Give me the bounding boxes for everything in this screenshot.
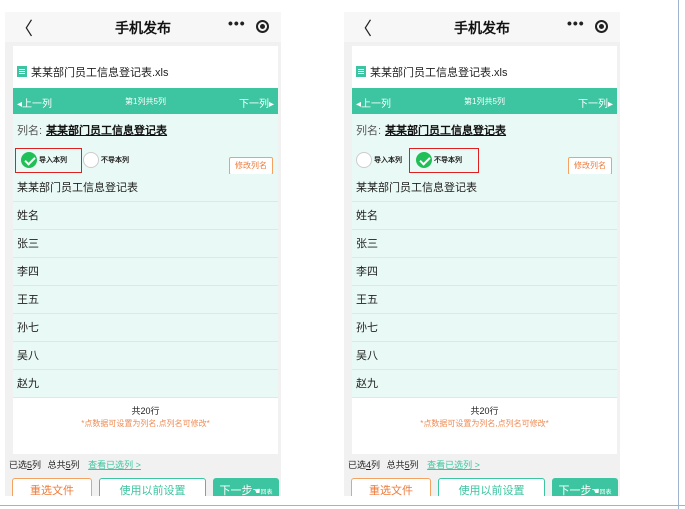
column-name-value[interactable]: 某某部门员工信息登记表 [46, 125, 167, 137]
total-suffix: 列 [409, 460, 419, 470]
file-icon [17, 66, 27, 77]
list-item[interactable]: 孙七 [352, 314, 617, 342]
list-item[interactable]: 李四 [352, 258, 617, 286]
reselect-file-button[interactable]: 重选文件 [351, 478, 431, 496]
row-total: 共20行 [131, 406, 160, 416]
column-name-value[interactable]: 某某部门员工信息登记表 [385, 125, 506, 137]
next-step-button[interactable]: 下一步☚回表 [213, 478, 279, 496]
hint-text: *点数据可设置为列名,点列名可修改* [81, 419, 210, 428]
row-total: 共20行 [470, 406, 499, 416]
list-item[interactable]: 孙七 [13, 314, 278, 342]
hand-pointer-icon: ☚ [591, 486, 600, 496]
content-panel: 某某部门员工信息登记表.xls ◂上一列 第1列共5列 下一列▸ 列名: 某某部门… [13, 46, 278, 454]
total-suffix: 列 [70, 460, 80, 470]
skip-column-option[interactable]: 不导本列 [83, 152, 129, 168]
use-previous-settings-button[interactable]: 使用以前设置 [99, 478, 206, 496]
next-column-button[interactable]: 下一列▸ [239, 95, 274, 110]
next-step-sub: 回表 [260, 490, 273, 496]
frame-border [678, 0, 679, 509]
highlight-box [15, 148, 82, 173]
data-rows: 某某部门员工信息登记表 姓名 张三 李四 王五 孙七 吴八 赵九 [352, 174, 617, 398]
file-name-text: 某某部门员工信息登记表.xls [31, 67, 169, 79]
phone-screen-skip: 〈 手机发布 ••• 某某部门员工信息登记表.xls ◂上一列 第1列共5列 下… [344, 12, 620, 496]
next-step-sub: 回表 [599, 490, 612, 496]
selection-stats: 已选5列 总共5列 查看已选列 > [9, 458, 141, 471]
list-item[interactable]: 吴八 [13, 342, 278, 370]
rename-column-button[interactable]: 修改列名 [568, 157, 612, 175]
mini-program-capsule: ••• [222, 15, 274, 37]
selected-prefix: 已选 [9, 460, 28, 470]
total-prefix: 总共 [47, 460, 66, 470]
list-item[interactable]: 李四 [13, 258, 278, 286]
file-name: 某某部门员工信息登记表.xls [356, 66, 508, 80]
view-selected-link[interactable]: 查看已选列 > [88, 460, 141, 470]
more-icon[interactable]: ••• [567, 15, 585, 31]
list-item[interactable]: 姓名 [352, 202, 617, 230]
close-target-icon[interactable] [256, 20, 269, 33]
selected-prefix: 已选 [348, 460, 367, 470]
list-item[interactable]: 赵九 [13, 370, 278, 398]
column-name: 列名: 某某部门员工信息登记表 [17, 122, 167, 138]
column-name-label: 列名: [356, 125, 382, 137]
list-item[interactable]: 某某部门员工信息登记表 [352, 174, 617, 202]
import-column-label: 导入本列 [374, 156, 402, 164]
list-item[interactable]: 张三 [352, 230, 617, 258]
unchecked-radio-icon[interactable] [356, 152, 372, 168]
list-item[interactable]: 某某部门员工信息登记表 [13, 174, 278, 202]
list-item[interactable]: 姓名 [13, 202, 278, 230]
column-header-area: 列名: 某某部门员工信息登记表 导入本列 不导本列 修改列名 [13, 114, 278, 175]
use-previous-settings-button[interactable]: 使用以前设置 [438, 478, 545, 496]
file-name: 某某部门员工信息登记表.xls [17, 66, 169, 80]
next-step-label: 下一步 [558, 485, 592, 496]
mini-program-capsule: ••• [561, 15, 613, 37]
rename-column-button[interactable]: 修改列名 [229, 157, 273, 175]
selected-suffix: 列 [371, 460, 381, 470]
title-bar: 〈 手机发布 ••• [344, 12, 620, 42]
data-rows: 某某部门员工信息登记表 姓名 张三 李四 王五 孙七 吴八 赵九 [13, 174, 278, 398]
reselect-file-button[interactable]: 重选文件 [12, 478, 92, 496]
title-bar: 〈 手机发布 ••• [5, 12, 281, 42]
view-selected-link[interactable]: 查看已选列 > [427, 460, 480, 470]
summary-area: 共20行 *点数据可设置为列名,点列名可修改* [13, 398, 278, 454]
total-prefix: 总共 [386, 460, 405, 470]
content-panel: 某某部门员工信息登记表.xls ◂上一列 第1列共5列 下一列▸ 列名: 某某部门… [352, 46, 617, 454]
column-name-label: 列名: [17, 125, 43, 137]
screenshot-canvas: 〈 手机发布 ••• 某某部门员工信息登记表.xls ◂上一列 第1列共5列 下… [0, 0, 685, 509]
list-item[interactable]: 张三 [13, 230, 278, 258]
column-header-area: 列名: 某某部门员工信息登记表 导入本列 不导本列 修改列名 [352, 114, 617, 175]
more-icon[interactable]: ••• [228, 15, 246, 31]
next-step-label: 下一步 [219, 485, 253, 496]
highlight-box [409, 148, 479, 173]
column-name: 列名: 某某部门员工信息登记表 [356, 122, 506, 138]
next-step-button[interactable]: 下一步☚回表 [552, 478, 618, 496]
column-nav-bar: ◂上一列 第1列共5列 下一列▸ [352, 88, 617, 114]
unchecked-radio-icon[interactable] [83, 152, 99, 168]
file-icon [356, 66, 366, 77]
list-item[interactable]: 王五 [13, 286, 278, 314]
frame-border-bottom [0, 505, 685, 506]
next-column-button[interactable]: 下一列▸ [578, 95, 613, 110]
list-item[interactable]: 赵九 [352, 370, 617, 398]
summary-area: 共20行 *点数据可设置为列名,点列名可修改* [352, 398, 617, 454]
skip-column-label: 不导本列 [101, 156, 129, 164]
list-item[interactable]: 吴八 [352, 342, 617, 370]
selection-stats: 已选4列 总共5列 查看已选列 > [348, 458, 480, 471]
hand-pointer-icon: ☚ [252, 486, 261, 496]
selected-suffix: 列 [32, 460, 42, 470]
phone-screen-import: 〈 手机发布 ••• 某某部门员工信息登记表.xls ◂上一列 第1列共5列 下… [5, 12, 281, 496]
import-column-option[interactable]: 导入本列 [356, 152, 402, 168]
close-target-icon[interactable] [595, 20, 608, 33]
column-nav-bar: ◂上一列 第1列共5列 下一列▸ [13, 88, 278, 114]
file-name-text: 某某部门员工信息登记表.xls [370, 67, 508, 79]
list-item[interactable]: 王五 [352, 286, 617, 314]
hint-text: *点数据可设置为列名,点列名可修改* [420, 419, 549, 428]
